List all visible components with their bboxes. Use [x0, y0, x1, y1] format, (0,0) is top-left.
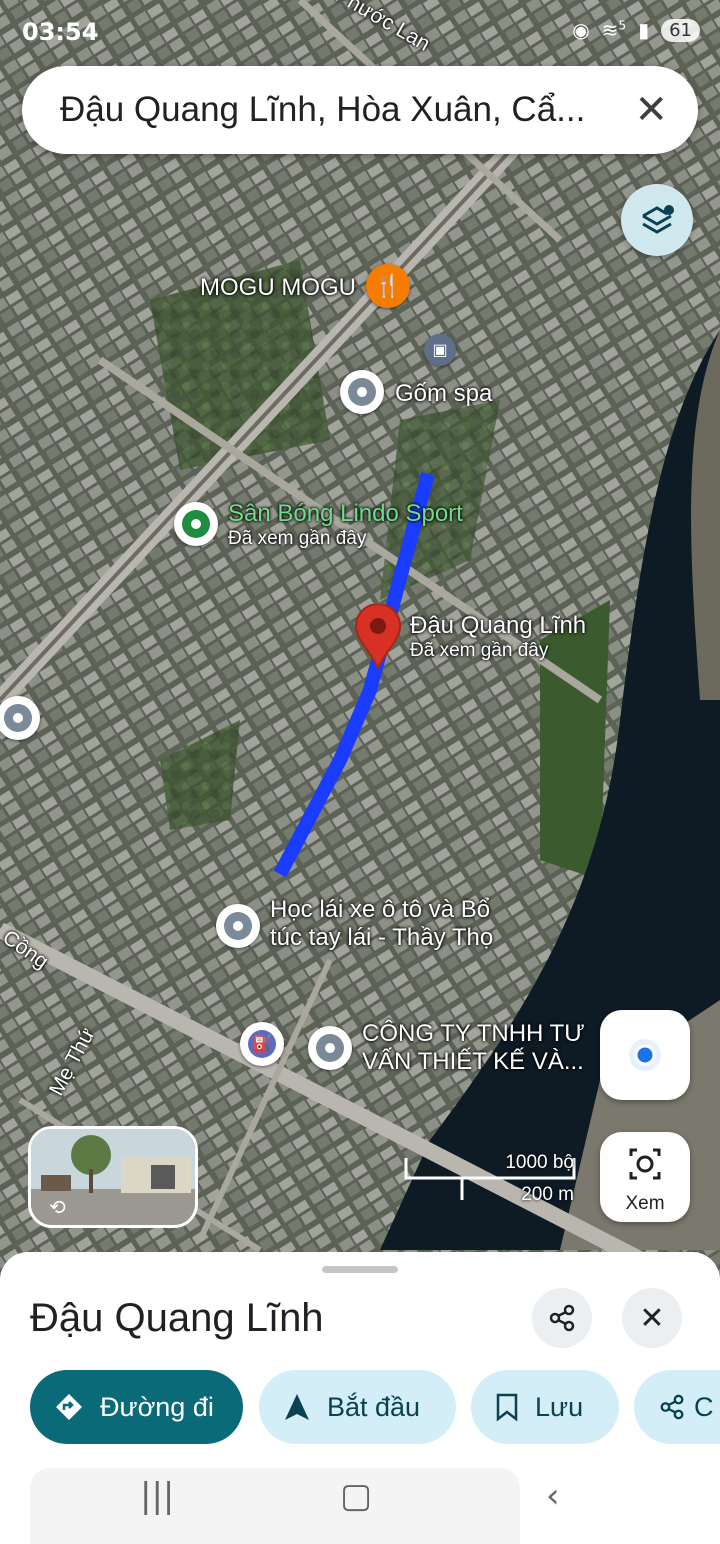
my-location-icon — [629, 1039, 661, 1071]
layers-icon — [642, 205, 674, 234]
recently-viewed-label: Đã xem gần đây — [410, 640, 549, 661]
place-label-driving-school[interactable]: Học lái xe ô tô và Bổ túc tay lái - Thầy… — [270, 896, 493, 952]
place-name: Học lái xe ô tô và Bổ — [270, 896, 491, 923]
status-bar: 03:54 ◉ ≋5 ▮ 61 — [0, 0, 720, 62]
scale-metric: 200 m — [521, 1184, 574, 1205]
location-status-icon: ◉ — [572, 18, 590, 42]
share-chip-label: C — [694, 1391, 714, 1422]
driving-school-pin[interactable] — [216, 904, 260, 948]
close-icon: ✕ — [639, 1301, 665, 1335]
status-time: 03:54 — [22, 18, 99, 46]
fuel-pin[interactable]: ⛽ — [240, 1022, 284, 1066]
save-button[interactable]: Lưu — [471, 1370, 619, 1444]
bus-icon: ▣ — [432, 342, 448, 359]
map-scale: 1000 bộ 200 m — [404, 1150, 574, 1210]
recent-apps-icon[interactable]: ||| — [140, 1476, 174, 1516]
share-chip-button[interactable]: C — [634, 1370, 720, 1444]
share-button[interactable] — [532, 1288, 592, 1348]
map-layers-button[interactable] — [621, 184, 693, 256]
place-name-line2: túc tay lái - Thầy Thọ — [270, 924, 494, 951]
scale-imperial: 1000 bộ — [505, 1152, 574, 1173]
lens-view-button[interactable]: Xem — [600, 1132, 690, 1222]
place-dot-icon — [233, 921, 243, 931]
close-sheet-button[interactable]: ✕ — [622, 1288, 682, 1348]
spa-pin[interactable] — [340, 370, 384, 414]
place-title: Đậu Quang Lĩnh — [30, 1296, 324, 1340]
fork-knife-icon: 🍴 — [374, 273, 402, 298]
battery-icon: 61 — [661, 18, 700, 42]
search-bar[interactable]: Đậu Quang Lĩnh, Hòa Xuân, Cẩ... ✕ — [22, 66, 698, 154]
share-icon — [549, 1304, 575, 1332]
bookmark-icon — [496, 1393, 518, 1422]
wifi-icon: ≋5 — [601, 18, 627, 42]
directions-label: Đường đi — [100, 1391, 214, 1422]
navigate-arrow-icon — [285, 1394, 309, 1420]
sheet-drag-handle[interactable] — [322, 1266, 398, 1273]
back-icon[interactable]: ‹ — [546, 1476, 560, 1516]
system-nav-bar — [30, 1468, 520, 1544]
rotate-360-icon: ⟲ — [49, 1197, 66, 1219]
fuel-icon: ⛽ — [252, 1036, 272, 1053]
share-icon — [660, 1394, 684, 1420]
company-pin[interactable] — [308, 1026, 352, 1070]
start-button[interactable]: Bắt đầu — [259, 1370, 456, 1444]
search-query[interactable]: Đậu Quang Lĩnh, Hòa Xuân, Cẩ... — [60, 90, 620, 130]
save-label: Lưu — [535, 1391, 584, 1422]
lens-view-label: Xem — [625, 1193, 665, 1214]
wifi-band-label: 5 — [618, 18, 627, 33]
place-label-lindo-sport[interactable]: Sân Bóng Lindo Sport Đã xem gần đây — [228, 500, 463, 550]
place-label-dau-quang-linh[interactable]: Đậu Quang Lĩnh Đã xem gần đây — [410, 612, 586, 662]
directions-icon — [56, 1394, 82, 1420]
restaurant-pin[interactable]: 🍴 — [366, 264, 410, 308]
sport-pin[interactable] — [174, 502, 218, 546]
place-name: Đậu Quang Lĩnh — [410, 612, 587, 639]
place-dot-icon — [357, 387, 367, 397]
place-label-company[interactable]: CÔNG TY TNHH TƯ VẤN THIẾT KẾ VÀ... — [362, 1020, 585, 1076]
camera-lens-icon — [629, 1148, 661, 1180]
street-view-thumbnail[interactable]: ⟲ — [28, 1126, 198, 1228]
home-icon[interactable]: ▢ — [340, 1476, 372, 1516]
place-name: Sân Bóng Lindo Sport — [228, 500, 463, 527]
start-label: Bắt đầu — [327, 1391, 421, 1422]
my-location-button[interactable] — [600, 1010, 690, 1100]
place-dot-icon — [325, 1043, 335, 1053]
place-name-line2: VẤN THIẾT KẾ VÀ... — [362, 1048, 584, 1075]
place-name: CÔNG TY TNHH TƯ — [362, 1020, 585, 1047]
recently-viewed-label: Đã xem gần đây — [228, 528, 367, 549]
directions-button[interactable]: Đường đi — [30, 1370, 243, 1444]
place-dot-icon — [191, 519, 201, 529]
bus-stop-pin[interactable]: ▣ — [424, 334, 456, 366]
place-dot-icon — [13, 713, 23, 723]
selected-location-pin[interactable] — [354, 604, 402, 670]
signal-icon: ▮ — [638, 18, 650, 42]
place-label-mogu-mogu[interactable]: MOGU MOGU — [200, 274, 356, 302]
clear-search-icon[interactable]: ✕ — [634, 86, 668, 134]
place-label-gom-spa[interactable]: Gốm spa — [395, 380, 492, 408]
